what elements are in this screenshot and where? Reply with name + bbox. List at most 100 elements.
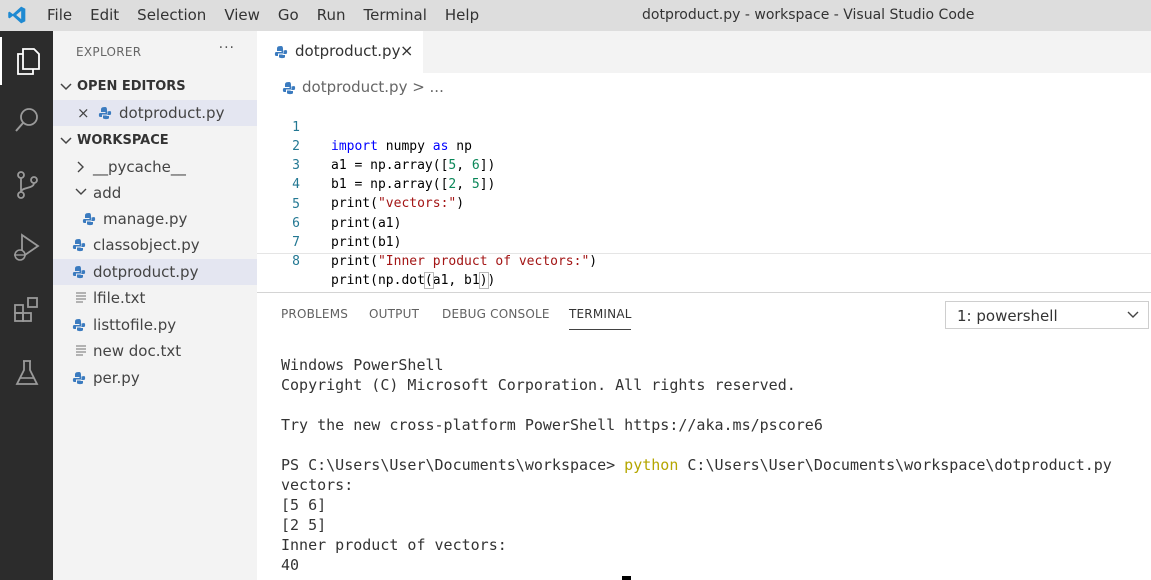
tree-item-label: new doc.txt: [93, 342, 182, 360]
activity-bar: [0, 31, 53, 580]
explorer-more-button[interactable]: ···: [219, 40, 235, 56]
terminal-line: [2 5]: [281, 516, 327, 534]
run-debug-button[interactable]: [0, 223, 53, 271]
menu-file[interactable]: File: [45, 0, 81, 31]
tree-item-label: classobject.py: [93, 236, 200, 254]
tree-item-per[interactable]: per.py: [53, 365, 257, 391]
menu-help[interactable]: Help: [436, 0, 488, 31]
menu-terminal[interactable]: Terminal: [355, 0, 436, 31]
terminal-line: vectors:: [281, 476, 354, 494]
breadcrumb: dotproduct.py > ...: [257, 73, 1151, 99]
menu-run[interactable]: Run: [308, 0, 355, 31]
menu-edit[interactable]: Edit: [81, 0, 128, 31]
terminal-line: [5 6]: [281, 496, 327, 514]
open-editor-item[interactable]: × dotproduct.py: [53, 100, 257, 126]
vscode-logo-icon: [8, 6, 26, 24]
terminal-command: python: [624, 456, 679, 474]
code-line: 4 print("vectors:"): [257, 156, 1151, 211]
code-line: 3 b1 = np.array([2, 5]): [257, 137, 1151, 192]
open-editors-section[interactable]: OPEN EDITORS: [53, 74, 257, 100]
tab-terminal[interactable]: TERMINAL: [569, 307, 632, 321]
chevron-down-icon: [60, 137, 72, 145]
chevron-down-icon: [1127, 311, 1139, 318]
extensions-icon: [13, 297, 38, 322]
tab-label: dotproduct.py: [295, 42, 401, 60]
menu-bar: File Edit Selection View Go Run Terminal…: [45, 0, 488, 31]
tree-item-listtofile[interactable]: listtofile.py: [53, 312, 257, 338]
python-file-icon: [98, 107, 112, 120]
extensions-button[interactable]: [0, 286, 53, 334]
tree-item-newdoc[interactable]: new doc.txt: [53, 338, 257, 364]
chevron-right-icon: [77, 161, 84, 173]
editor-tab-bar: dotproduct.py ×: [257, 31, 1151, 73]
search-button[interactable]: [0, 97, 53, 145]
run-debug-icon: [13, 233, 40, 261]
explorer-button[interactable]: [0, 37, 53, 85]
close-editor-icon[interactable]: ×: [77, 100, 90, 126]
open-editor-label: dotproduct.py: [119, 104, 225, 122]
text-file-icon: [76, 292, 86, 303]
breadcrumb-path[interactable]: dotproduct.py > ...: [302, 78, 444, 96]
code-line: 6 print(b1): [257, 195, 1151, 250]
terminal-select[interactable]: 1: powershell: [945, 301, 1149, 329]
line-number: 8: [292, 254, 300, 269]
files-icon: [16, 48, 40, 75]
tab-dotproduct[interactable]: dotproduct.py ×: [257, 31, 423, 73]
testing-icon: [15, 360, 38, 385]
search-icon: [14, 108, 38, 132]
tree-item-add[interactable]: add: [53, 180, 257, 206]
workspace-section[interactable]: WORKSPACE: [53, 128, 257, 154]
terminal-select-value: 1: powershell: [957, 307, 1058, 325]
tree-item-label: __pycache__: [93, 158, 186, 176]
terminal-line: Inner product of vectors:: [281, 536, 507, 554]
text-file-icon: [76, 345, 86, 356]
python-file-icon: [82, 213, 96, 226]
terminal-prompt: PS C:\Users\User\Documents\workspace>: [281, 456, 625, 474]
tree-item-label: manage.py: [103, 210, 188, 228]
menu-go[interactable]: Go: [269, 0, 308, 31]
tab-debug-console[interactable]: DEBUG CONSOLE: [442, 307, 550, 321]
tree-item-label: lfile.txt: [93, 289, 146, 307]
tree-item-label: per.py: [93, 369, 140, 387]
terminal-cursor: [622, 576, 631, 580]
python-file-icon: [72, 239, 86, 252]
explorer-sidebar: EXPLORER ··· OPEN EDITORS × dotproduct.p…: [53, 31, 257, 580]
close-tab-icon[interactable]: ×: [400, 41, 413, 60]
explorer-header: EXPLORER: [76, 45, 142, 59]
terminal-line: 40: [281, 556, 300, 574]
tree-item-manage[interactable]: manage.py: [53, 206, 257, 232]
tab-problems[interactable]: PROBLEMS: [281, 307, 348, 321]
code-text: print(np.dot(a1, b1)): [331, 272, 496, 289]
tree-item-label: dotproduct.py: [93, 263, 199, 281]
terminal-line: Copyright (C) Microsoft Corporation. All…: [281, 376, 796, 394]
terminal-line: Windows PowerShell: [281, 356, 444, 374]
tree-item-label: listtofile.py: [93, 316, 177, 334]
active-tab-indicator: [569, 329, 631, 330]
workspace-title: WORKSPACE: [77, 133, 169, 148]
testing-button[interactable]: [0, 349, 53, 397]
tree-item-classobject[interactable]: classobject.py: [53, 232, 257, 258]
tree-item-lfile[interactable]: lfile.txt: [53, 285, 257, 311]
source-control-button[interactable]: [0, 161, 53, 209]
terminal-line: Try the new cross-platform PowerShell ht…: [281, 416, 823, 434]
python-file-icon: [274, 46, 288, 59]
menu-selection[interactable]: Selection: [128, 0, 215, 31]
code-line: 5 print(a1): [257, 176, 1151, 231]
code-line: 2 a1 = np.array([5, 6]): [257, 118, 1151, 173]
code-editor[interactable]: 1 import numpy as np 2 a1 = np.array([5,…: [257, 99, 1151, 289]
source-control-icon: [16, 171, 38, 199]
python-file-icon: [72, 266, 86, 279]
open-editors-title: OPEN EDITORS: [77, 79, 186, 94]
code-text: print("Inner product of vectors:"): [331, 254, 598, 269]
tree-item-label: add: [93, 184, 122, 202]
window-title: dotproduct.py - workspace - Visual Studi…: [642, 7, 975, 23]
python-file-icon: [282, 82, 296, 95]
code-line: 8 print(np.dot(a1, b1)): [257, 233, 1151, 289]
menu-view[interactable]: View: [215, 0, 269, 31]
tree-item-pycache[interactable]: __pycache__: [53, 154, 257, 180]
tree-item-dotproduct[interactable]: dotproduct.py: [53, 259, 257, 285]
chevron-down-icon: [60, 83, 72, 91]
code-line: 1 import numpy as np: [257, 99, 1151, 154]
tab-output[interactable]: OUTPUT: [369, 307, 419, 321]
python-file-icon: [72, 319, 86, 332]
